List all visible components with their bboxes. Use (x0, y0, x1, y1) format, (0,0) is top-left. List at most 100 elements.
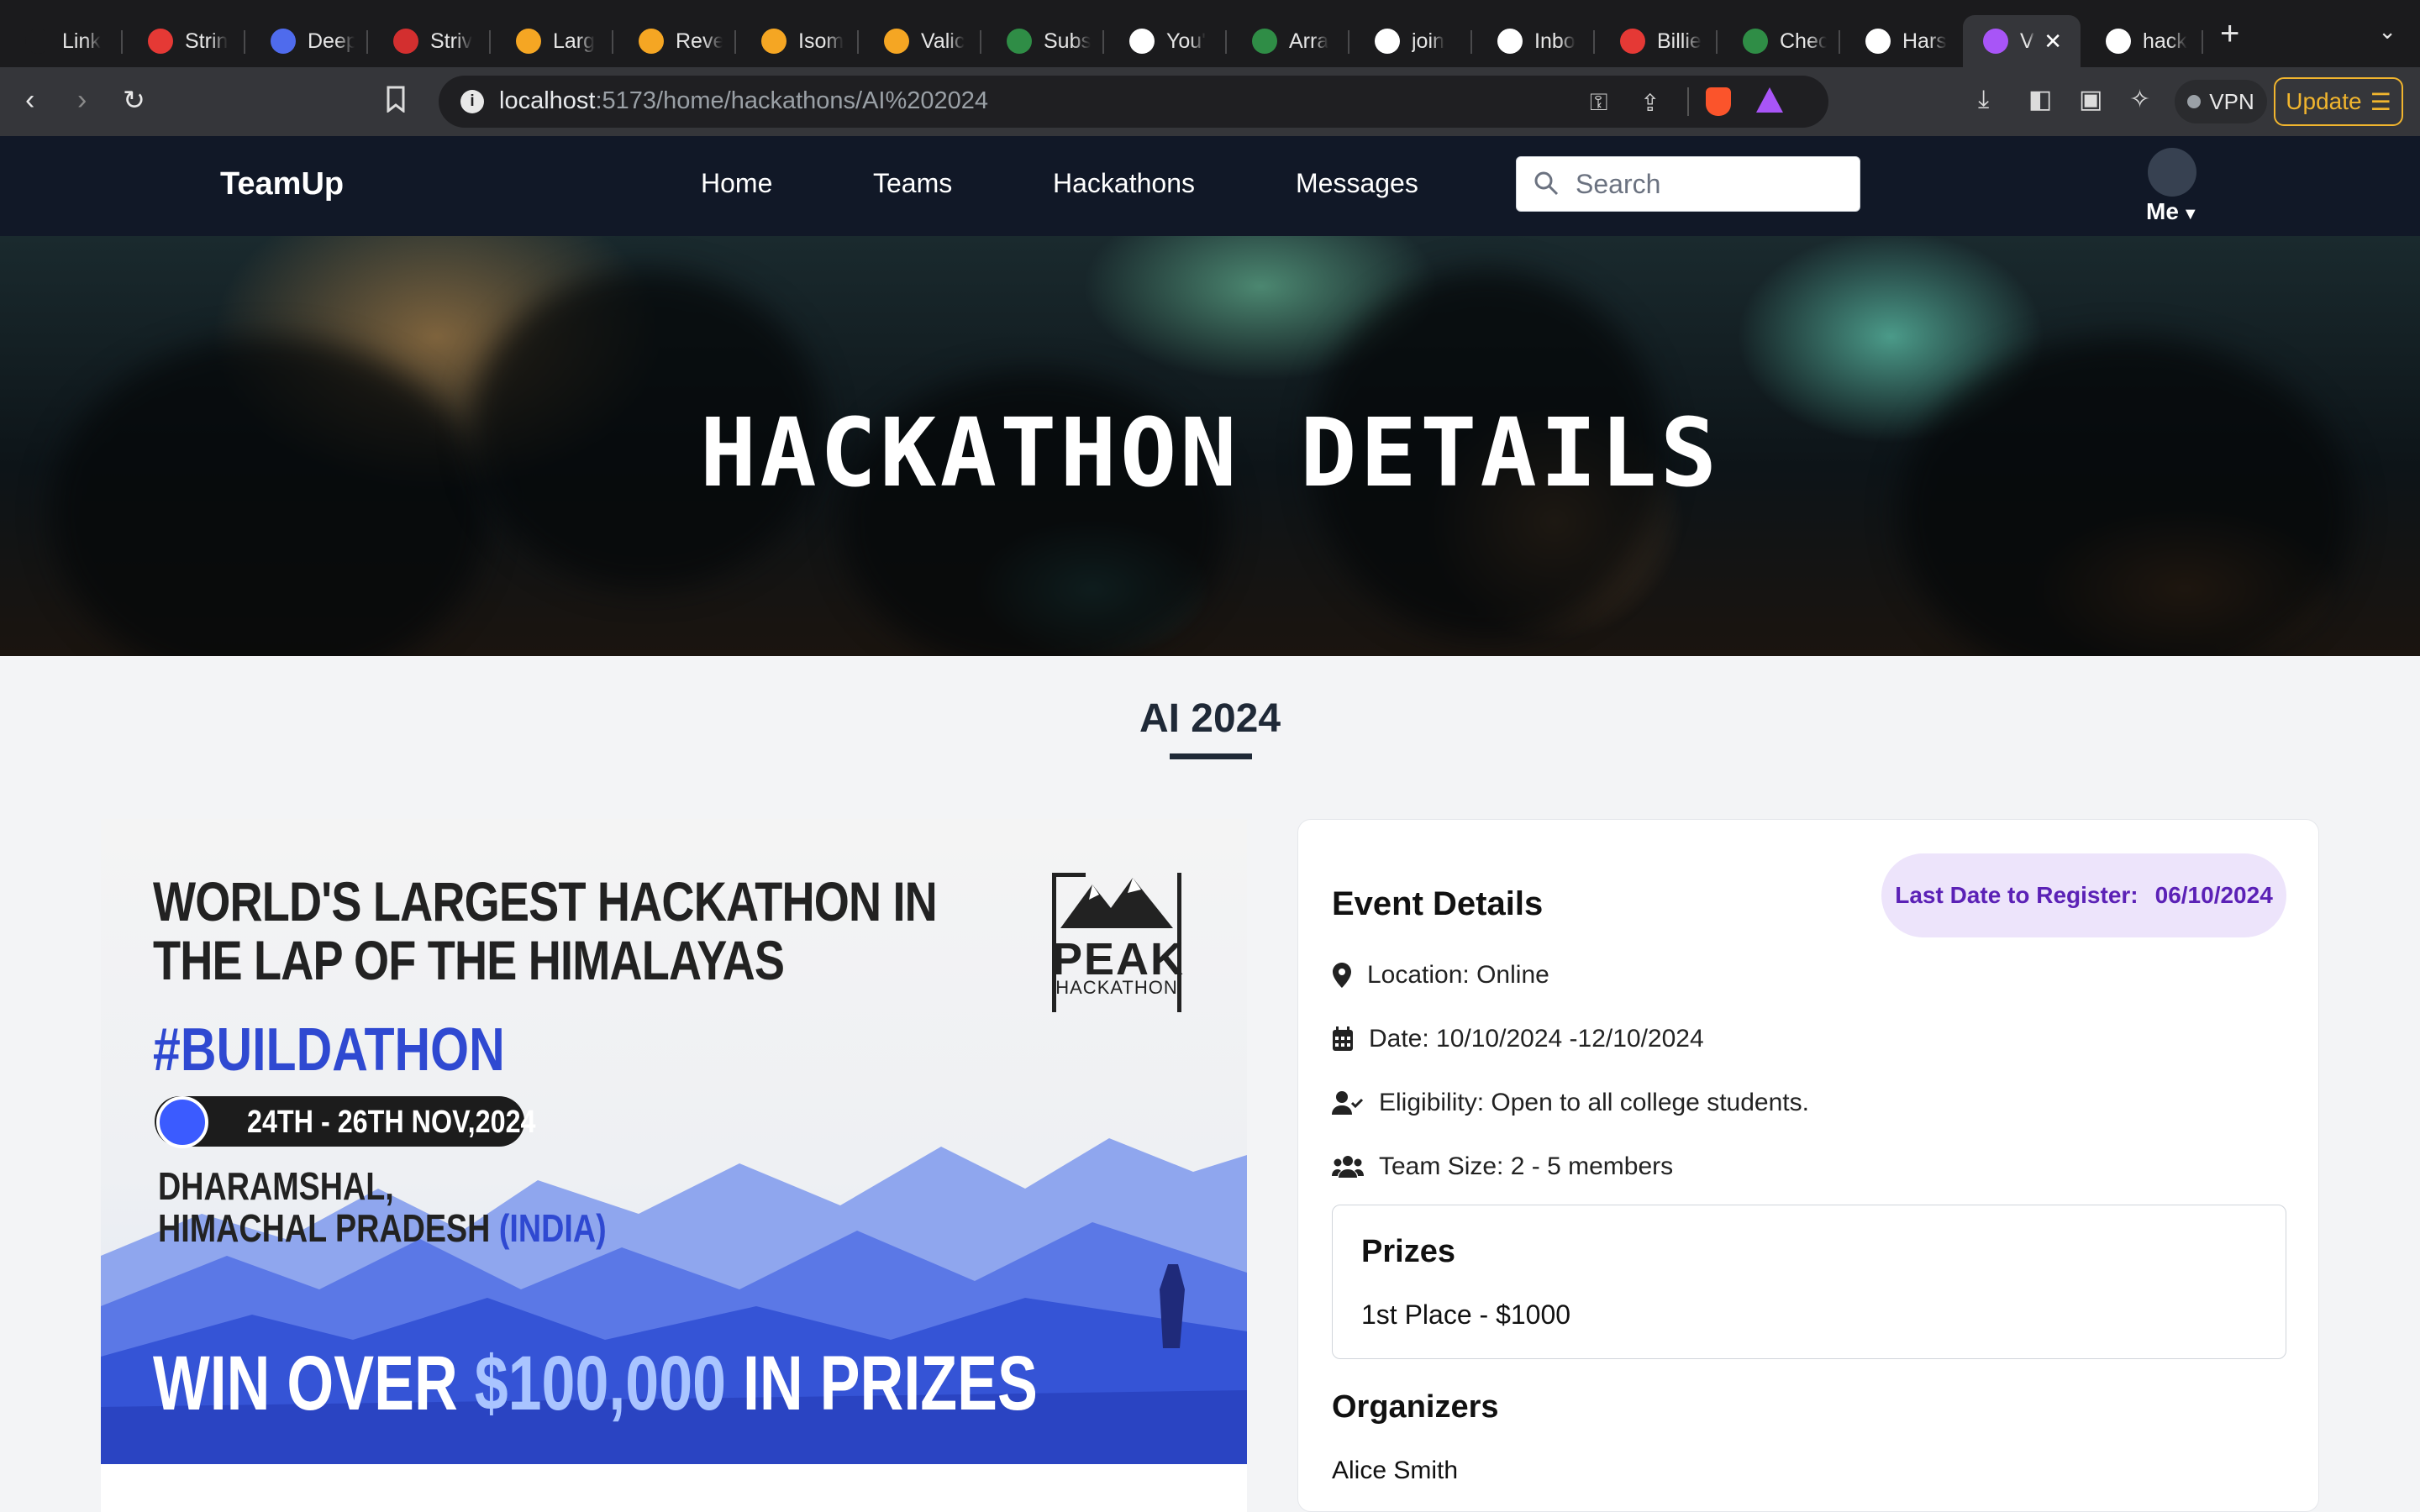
browser-tab[interactable]: join (1349, 15, 1472, 67)
tab-title: Valic (921, 29, 965, 53)
google-icon (2106, 29, 2131, 54)
tab-title: Isom (798, 29, 844, 53)
site-navbar: TeamUp Home Teams Hackathons Messages Me… (0, 136, 2420, 236)
password-key-icon[interactable]: ⚿ (1590, 89, 1607, 117)
search-icon (1534, 171, 1559, 196)
hackathon-poster-card: WORLD'S LARGEST HACKATHON IN THE LAP OF … (101, 819, 1247, 1512)
calendar-icon (1333, 1026, 1353, 1051)
poster-hashtag: #BUILDATHON (153, 1016, 505, 1084)
url-text[interactable]: localhost:5173/home/hackathons/AI%202024 (499, 87, 988, 115)
tab-title: join (1412, 29, 1444, 53)
avatar[interactable] (2148, 148, 2196, 197)
google-icon (1129, 29, 1155, 54)
browser-tab[interactable]: You' (1104, 15, 1227, 67)
tab-title: V (2020, 29, 2034, 53)
google-icon (1375, 29, 1400, 54)
browser-tab[interactable]: Inbo (1472, 15, 1595, 67)
browser-tab[interactable]: Reve (613, 15, 736, 67)
browser-tab-strip: Link Strin Deep Striv Larg Reve Isom Valic Subs Y… (0, 0, 2420, 67)
map-pin-icon (1333, 963, 1351, 988)
codeforces-icon (639, 29, 664, 54)
browser-tab[interactable]: Isom (736, 15, 859, 67)
site-info-icon[interactable]: i (460, 90, 484, 113)
vpn-button[interactable]: VPN (2175, 80, 2267, 123)
browser-tab[interactable]: Subs (981, 15, 1104, 67)
codeforces-icon (516, 29, 541, 54)
geeksforgeeks-icon (1743, 29, 1768, 54)
brand-logo[interactable]: TeamUp (220, 166, 344, 202)
browser-tab[interactable]: Chec (1718, 15, 1840, 67)
new-tab-button[interactable]: + (2220, 15, 2239, 53)
browser-tab[interactable]: V ✕ (1963, 15, 2081, 67)
date-row: Date: 10/10/2024 -12/10/2024 (1332, 1025, 1704, 1053)
wallet-icon[interactable]: ▣ (2079, 86, 2102, 114)
forward-icon[interactable]: › (77, 86, 87, 114)
prize-item: 1st Place - $1000 (1361, 1299, 1571, 1330)
tab-title: Subs (1044, 29, 1091, 53)
event-details-heading: Event Details (1332, 885, 1544, 922)
page-title: AI 2024 (1139, 696, 1281, 741)
nav-link-messages[interactable]: Messages (1296, 168, 1418, 199)
eligibility-row: Eligibility: Open to all college student… (1332, 1089, 1809, 1117)
browser-tab[interactable]: Deep (245, 15, 368, 67)
mountain-logo-icon (1060, 878, 1173, 928)
menu-icon: ☰ (2370, 88, 2391, 115)
tab-title: Link (62, 29, 101, 53)
nav-link-teams[interactable]: Teams (873, 168, 952, 199)
search-input[interactable] (1576, 165, 1844, 202)
vite-icon (1983, 29, 2008, 54)
browser-tab[interactable]: Billie (1595, 15, 1718, 67)
reload-icon[interactable]: ↻ (123, 86, 145, 114)
update-button[interactable]: Update ☰ (2274, 77, 2403, 126)
profile-menu[interactable]: Me ▼ (2146, 198, 2199, 225)
poster-location-1: DHARAMSHAL, (158, 1164, 394, 1208)
peak-hackathon-logo: PEAK HACKATHON (1052, 873, 1183, 1012)
address-bar[interactable]: i localhost:5173/home/hackathons/AI%2020… (439, 76, 1828, 128)
brave-rewards-icon[interactable] (1756, 87, 1783, 113)
gmail-icon (1497, 29, 1523, 54)
title-underline (1170, 753, 1252, 759)
downloads-icon[interactable]: ⤓ (1978, 86, 1989, 114)
tab-title: Chec (1780, 29, 1827, 53)
tab-list: Link Strin Deep Striv Larg Reve Isom Valic Subs Y… (0, 0, 2203, 67)
tab-title: Arra (1289, 29, 1329, 53)
calendar-icon (156, 1096, 208, 1148)
browser-tab[interactable]: Strin (123, 15, 245, 67)
divider (1687, 87, 1689, 116)
tab-title: Strin (185, 29, 229, 53)
poster-prize: WIN OVER $100,000 IN PRIZES (153, 1341, 1038, 1426)
prizes-box: Prizes 1st Place - $1000 (1332, 1205, 2286, 1359)
browser-tab[interactable]: Valic (859, 15, 981, 67)
poster-dates: 24TH - 26TH NOV,2024 (247, 1105, 536, 1140)
leo-ai-icon[interactable]: ✧ (2129, 86, 2150, 114)
tab-title: Larg (553, 29, 596, 53)
user-check-icon (1332, 1091, 1364, 1115)
hackathon-poster-image: WORLD'S LARGEST HACKATHON IN THE LAP OF … (101, 819, 1247, 1464)
browser-tab[interactable]: Hars (1840, 15, 1963, 67)
browser-toolbar: ‹ › ↻ i localhost:5173/home/hackathons/A… (0, 67, 2420, 136)
tab-title: hack (2143, 29, 2187, 53)
browser-tab[interactable]: Striv (368, 15, 491, 67)
nav-link-home[interactable]: Home (701, 168, 772, 199)
registration-deadline-badge: Last Date to Register: 06/10/2024 (1881, 853, 2286, 937)
browser-tab[interactable]: Link (0, 15, 123, 67)
tab-title: Striv (430, 29, 472, 53)
bookmark-icon[interactable] (385, 86, 407, 118)
brave-shields-icon[interactable] (1706, 87, 1731, 116)
tab-title: Inbo (1534, 29, 1576, 53)
back-icon[interactable]: ‹ (25, 86, 34, 114)
share-icon[interactable]: ⇪ (1640, 89, 1660, 117)
organizer-name: Alice Smith (1332, 1457, 1459, 1484)
tab-title: You' (1166, 29, 1206, 53)
browser-tab[interactable]: Arra (1227, 15, 1349, 67)
browser-tab[interactable]: Larg (491, 15, 613, 67)
tab-title: Reve (676, 29, 723, 53)
nav-link-hackathons[interactable]: Hackathons (1053, 168, 1195, 199)
tab-search-chevron-icon[interactable]: ⌄ (2378, 18, 2396, 45)
browser-tab[interactable]: hack (2081, 15, 2203, 67)
geeksforgeeks-icon (1007, 29, 1032, 54)
openai-icon (25, 29, 50, 54)
search-box[interactable] (1516, 156, 1860, 212)
close-tab-icon[interactable]: ✕ (2044, 29, 2062, 55)
sidebar-icon[interactable]: ◧ (2028, 86, 2052, 114)
